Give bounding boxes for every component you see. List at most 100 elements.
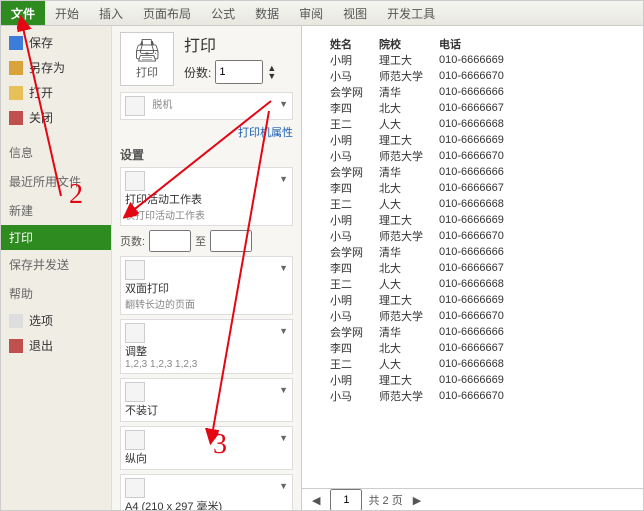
save-icon: [9, 36, 23, 50]
close-icon: [9, 111, 23, 125]
preview-page: 姓名院校电话小明理工大010-6666669小马师范大学010-6666670会…: [322, 36, 602, 404]
tab-file[interactable]: 文件: [1, 1, 45, 25]
sidebar-open[interactable]: 打开: [1, 80, 111, 105]
table-row: 小马师范大学010-6666670: [322, 228, 512, 244]
printer-properties-link[interactable]: 打印机属性: [120, 124, 293, 140]
sidebar-exit[interactable]: 退出: [1, 333, 111, 358]
opt-collate-l1: 调整: [125, 343, 288, 359]
opt-collate[interactable]: 调整1,2,3 1,2,3 1,2,3 ▼: [120, 319, 293, 374]
opt-paper-size[interactable]: A4 (210 x 297 毫米)21 厘米 x 29.7 厘米▼: [120, 474, 293, 511]
table-row: 小马师范大学010-6666670: [322, 308, 512, 324]
sidebar-close[interactable]: 关闭: [1, 105, 111, 130]
opt-staple[interactable]: 不装订 ▼: [120, 378, 293, 422]
sidebar-options-label: 选项: [29, 312, 53, 329]
page-total-label: 共 2 页: [368, 492, 402, 508]
sidebar-recent[interactable]: 最近所用文件: [1, 167, 111, 196]
table-row: 王二人大010-6666668: [322, 116, 512, 132]
page-next[interactable]: ▶: [409, 494, 425, 507]
tab-dev[interactable]: 开发工具: [377, 1, 445, 25]
tab-view[interactable]: 视图: [333, 1, 377, 25]
preview-table: 姓名院校电话小明理工大010-6666669小马师范大学010-6666670会…: [322, 36, 512, 404]
table-row: 小明理工大010-6666669: [322, 292, 512, 308]
printer-status-icon: [125, 96, 145, 116]
table-row: 小明理工大010-6666669: [322, 52, 512, 68]
opt-print-range-l1: 打印活动工作表: [125, 191, 288, 207]
sidebar-options[interactable]: 选项: [1, 308, 111, 333]
pager: ◀ 共 2 页 ▶: [302, 488, 643, 511]
tab-data[interactable]: 数据: [245, 1, 289, 25]
chevron-down-icon: ▼: [279, 263, 288, 273]
copies-input[interactable]: [215, 60, 263, 84]
sidebar-open-label: 打开: [29, 84, 53, 101]
sidebar-save-label: 保存: [29, 34, 53, 51]
printer-status-label: 脱机: [152, 100, 172, 111]
page-prev[interactable]: ◀: [308, 494, 324, 507]
table-row: 李四北大010-6666667: [322, 260, 512, 276]
settings-title: 设置: [120, 146, 293, 163]
sidebar-help[interactable]: 帮助: [1, 279, 111, 308]
sidebar-send[interactable]: 保存并发送: [1, 250, 111, 279]
sheet-icon: [125, 171, 145, 191]
printer-icon: 🖨: [133, 38, 161, 64]
collate-icon: [125, 323, 145, 343]
chevron-down-icon: ▼: [279, 385, 288, 395]
tab-review[interactable]: 审阅: [289, 1, 333, 25]
tab-insert[interactable]: 插入: [89, 1, 133, 25]
opt-orientation[interactable]: 纵向 ▼: [120, 426, 293, 470]
pages-label: 页数:: [120, 233, 145, 249]
open-icon: [9, 86, 23, 100]
chevron-down-icon: ▼: [279, 433, 288, 443]
page-current-input[interactable]: [330, 489, 362, 511]
opt-orientation-l1: 纵向: [125, 450, 288, 466]
sidebar-print[interactable]: 打印: [1, 225, 111, 250]
chevron-down-icon: ▼: [279, 481, 288, 491]
copies-label: 份数:: [184, 64, 211, 81]
printer-select[interactable]: 脱机 ▼: [120, 92, 293, 120]
table-row: 李四北大010-6666667: [322, 100, 512, 116]
table-row: 王二人大010-6666668: [322, 196, 512, 212]
opt-print-range[interactable]: 打印活动工作表仅打印活动工作表 ▼: [120, 167, 293, 226]
tab-layout[interactable]: 页面布局: [133, 1, 201, 25]
table-row: 小明理工大010-6666669: [322, 372, 512, 388]
opt-print-range-l2: 仅打印活动工作表: [125, 207, 288, 222]
opt-paper-l1: A4 (210 x 297 毫米): [125, 498, 288, 511]
sidebar-saveas-label: 另存为: [29, 59, 65, 76]
table-row: 王二人大010-6666668: [322, 356, 512, 372]
table-row: 王二人大010-6666668: [322, 276, 512, 292]
table-row: 会学网清华010-6666666: [322, 84, 512, 100]
opt-duplex[interactable]: 双面打印翻转长边的页面▼: [120, 256, 293, 315]
staple-icon: [125, 382, 145, 402]
table-row: 小马师范大学010-6666670: [322, 68, 512, 84]
tab-home[interactable]: 开始: [45, 1, 89, 25]
page-to-input[interactable]: [210, 230, 252, 252]
sidebar-info[interactable]: 信息: [1, 138, 111, 167]
table-row: 小马师范大学010-6666670: [322, 148, 512, 164]
table-row: 会学网清华010-6666666: [322, 244, 512, 260]
pages-to-label: 至: [195, 233, 206, 249]
print-preview: 姓名院校电话小明理工大010-6666669小马师范大学010-6666670会…: [302, 26, 643, 511]
table-row: 李四北大010-6666667: [322, 180, 512, 196]
preview-scroll[interactable]: 姓名院校电话小明理工大010-6666669小马师范大学010-6666670会…: [302, 26, 643, 488]
sidebar-saveas[interactable]: 另存为: [1, 55, 111, 80]
copies-spinner[interactable]: ▲▼: [267, 64, 276, 80]
page-from-input[interactable]: [149, 230, 191, 252]
print-button[interactable]: 🖨 打印: [120, 32, 174, 86]
chevron-down-icon: ▼: [279, 99, 288, 109]
backstage-sidebar: 保存 另存为 打开 关闭 信息 最近所用文件 新建 打印 保存并发送 帮助 选项…: [1, 26, 112, 511]
chevron-down-icon: ▼: [279, 174, 288, 184]
table-row: 李四北大010-6666667: [322, 340, 512, 356]
sidebar-save[interactable]: 保存: [1, 30, 111, 55]
tab-formula[interactable]: 公式: [201, 1, 245, 25]
options-icon: [9, 314, 23, 328]
table-row: 会学网清华010-6666666: [322, 164, 512, 180]
sidebar-new[interactable]: 新建: [1, 196, 111, 225]
chevron-down-icon: ▼: [279, 326, 288, 336]
print-button-label: 打印: [136, 64, 158, 80]
opt-staple-l1: 不装订: [125, 402, 288, 418]
duplex-icon: [125, 260, 145, 280]
opt-collate-l2: 1,2,3 1,2,3 1,2,3: [125, 359, 288, 370]
ribbon: 文件 开始 插入 页面布局 公式 数据 审阅 视图 开发工具: [1, 1, 643, 26]
table-row: 小马师范大学010-6666670: [322, 388, 512, 404]
table-row: 会学网清华010-6666666: [322, 324, 512, 340]
opt-duplex-l1: 双面打印: [125, 280, 288, 296]
